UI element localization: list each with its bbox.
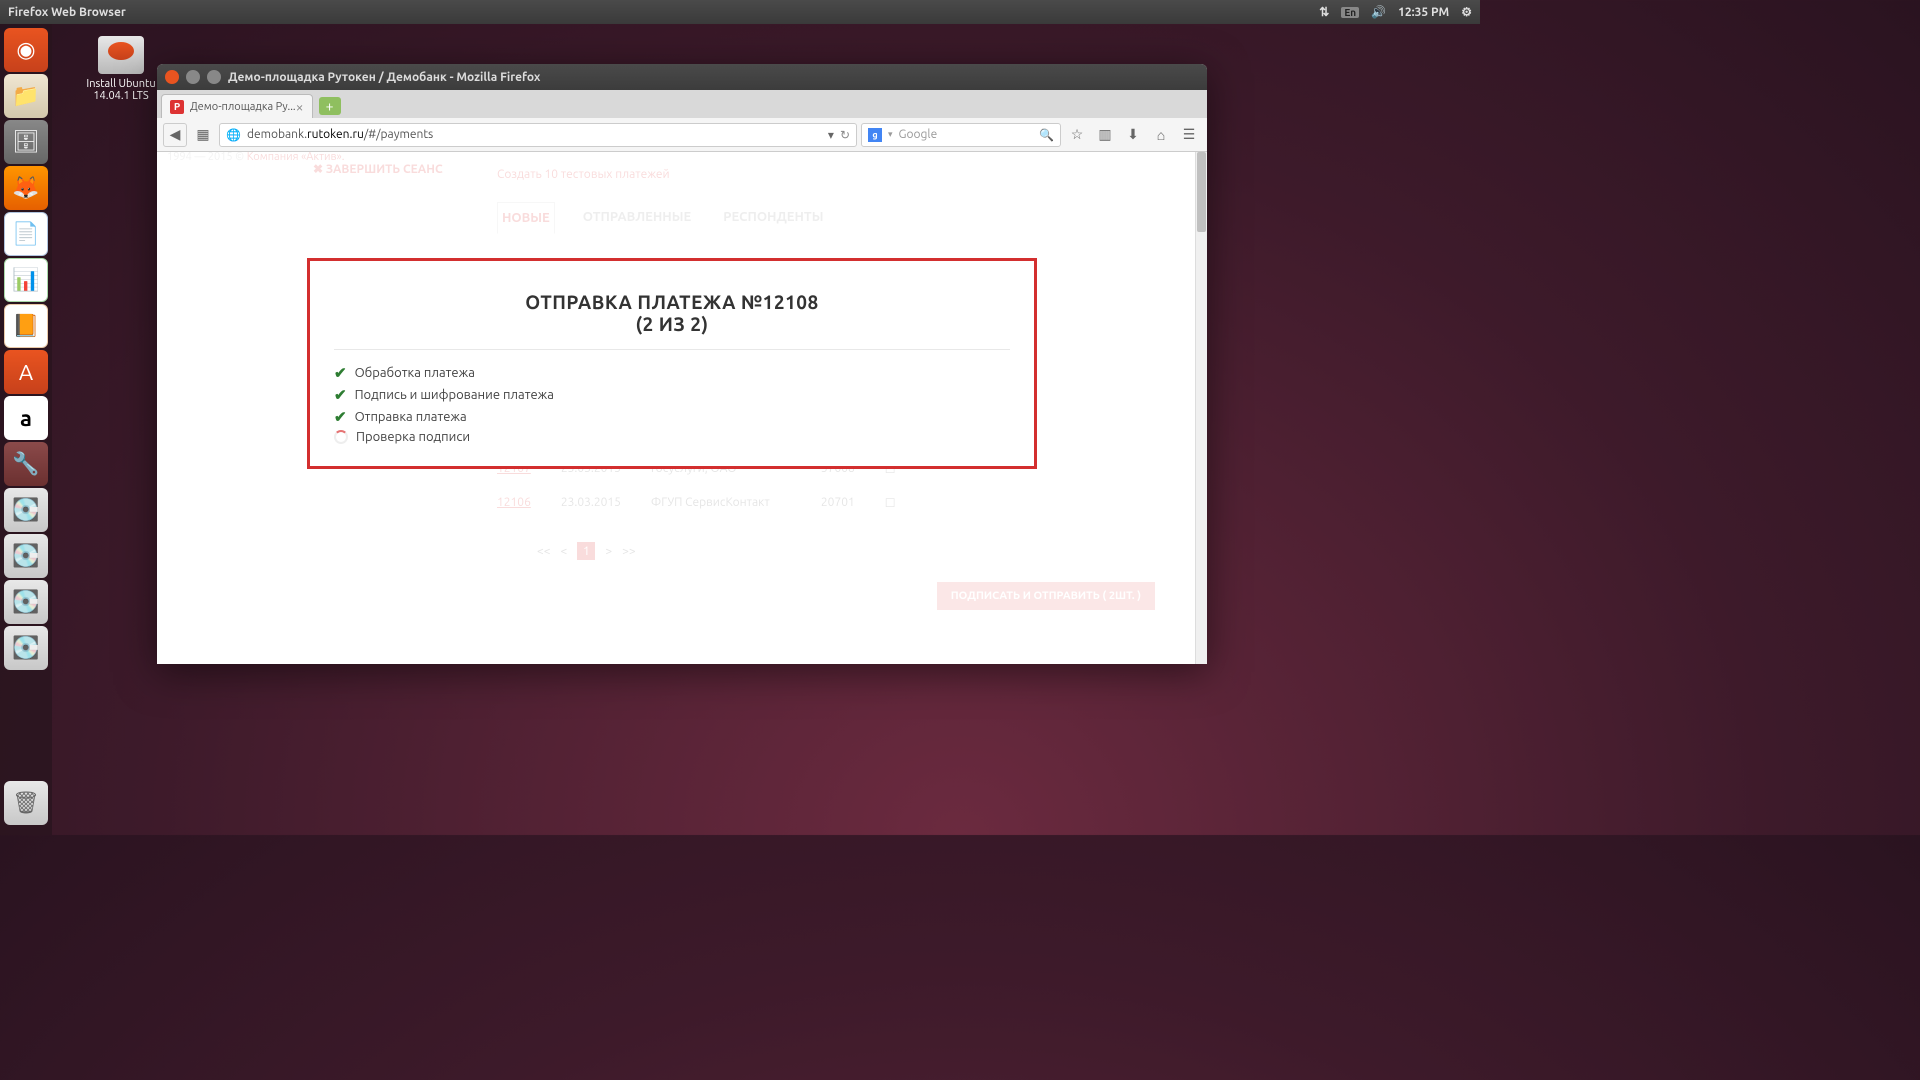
bookmark-icon[interactable]: ☆ — [1065, 123, 1089, 147]
menu-icon[interactable]: ☰ — [1177, 123, 1201, 147]
library-icon[interactable]: ▥ — [1093, 123, 1117, 147]
window-title: Демо-площадка Рутокен / Демобанк - Mozil… — [228, 71, 540, 84]
step-item: Проверка подписи — [334, 428, 1010, 446]
trash-icon[interactable]: 🗑 — [4, 781, 48, 825]
divider — [334, 349, 1010, 350]
keyboard-indicator[interactable]: En — [1341, 7, 1359, 18]
disk-icon[interactable]: 💽 — [4, 534, 48, 578]
writer-icon[interactable]: 📄 — [4, 212, 48, 256]
dropdown-icon[interactable]: ▾ — [888, 129, 893, 140]
scroll-thumb[interactable] — [1197, 152, 1206, 232]
firefox-window: Демо-площадка Рутокен / Демобанк - Mozil… — [157, 64, 1207, 664]
clock[interactable]: 12:35 PM — [1398, 6, 1449, 19]
files-icon[interactable]: 📁 — [4, 74, 48, 118]
amazon-icon[interactable]: a — [4, 396, 48, 440]
disk-icon[interactable]: 💽 — [4, 626, 48, 670]
tab-title: Демо-площадка Ру... — [190, 101, 296, 113]
reload-icon[interactable]: ↻ — [840, 128, 850, 142]
checkmark-icon: ✔ — [334, 408, 347, 426]
gear-icon[interactable]: ⚙ — [1461, 5, 1472, 19]
minimize-button[interactable] — [186, 70, 200, 84]
page-info-icon[interactable]: ▦ — [191, 123, 215, 147]
impress-icon[interactable]: 📙 — [4, 304, 48, 348]
dropdown-icon[interactable]: ▾ — [828, 128, 834, 142]
url-text: demobank.rutoken.ru/#/payments — [247, 128, 822, 141]
drawer-icon[interactable]: 🗄 — [4, 120, 48, 164]
modal-title-line1: ОТПРАВКА ПЛАТЕЖА №12108 — [334, 291, 1010, 313]
close-button[interactable] — [165, 70, 179, 84]
disk-icon[interactable]: 💽 — [4, 580, 48, 624]
calc-icon[interactable]: 📊 — [4, 258, 48, 302]
tab-close-icon[interactable]: × — [296, 99, 304, 115]
modal-steps: ✔Обработка платежа ✔Подпись и шифрование… — [334, 362, 1010, 446]
dash-icon[interactable]: ◉ — [4, 28, 48, 72]
step-item: ✔Обработка платежа — [334, 362, 1010, 384]
software-center-icon[interactable]: A — [4, 350, 48, 394]
step-item: ✔Отправка платежа — [334, 406, 1010, 428]
install-version: 14.04.1 LTS — [76, 90, 166, 102]
home-icon[interactable]: ⌂ — [1149, 123, 1173, 147]
sound-icon[interactable]: 🔊 — [1371, 5, 1386, 19]
step-item: ✔Подпись и шифрование платежа — [334, 384, 1010, 406]
disk-icon[interactable]: 💽 — [4, 488, 48, 532]
search-bar[interactable]: g ▾ Google 🔍 — [861, 123, 1061, 147]
checkmark-icon: ✔ — [334, 386, 347, 404]
maximize-button[interactable] — [207, 70, 221, 84]
active-app-title: Firefox Web Browser — [8, 6, 126, 19]
google-icon: g — [868, 128, 882, 142]
checkmark-icon: ✔ — [334, 364, 347, 382]
globe-icon: 🌐 — [226, 128, 241, 142]
install-ubuntu-icon[interactable]: Install Ubuntu 14.04.1 LTS — [76, 36, 166, 102]
new-tab-button[interactable]: + — [319, 97, 341, 115]
back-button[interactable]: ◀ — [163, 123, 187, 147]
favicon: P — [170, 100, 184, 114]
url-bar[interactable]: 🌐 demobank.rutoken.ru/#/payments ▾ ↻ — [219, 123, 857, 147]
network-icon[interactable]: ⇅ — [1319, 5, 1329, 19]
search-placeholder: Google — [899, 128, 938, 141]
launcher: ◉ 📁 🗄 🦊 📄 📊 📙 A a 🔧 💽 💽 💽 💽 🗑 — [0, 24, 52, 835]
firefox-icon[interactable]: 🦊 — [4, 166, 48, 210]
install-label: Install Ubuntu — [76, 78, 166, 90]
top-panel: Firefox Web Browser ⇅ En 🔊 12:35 PM ⚙ — [0, 0, 1480, 24]
content-area: ЗАВЕРШИТЬ СЕАНС Создать 10 тестовых плат… — [157, 152, 1207, 664]
modal-title-line2: (2 ИЗ 2) — [334, 313, 1010, 335]
search-icon[interactable]: 🔍 — [1039, 128, 1054, 142]
navbar: ◀ ▦ 🌐 demobank.rutoken.ru/#/payments ▾ ↻… — [157, 118, 1207, 152]
payment-sending-modal: ОТПРАВКА ПЛАТЕЖА №12108 (2 ИЗ 2) ✔Обрабо… — [307, 258, 1037, 469]
spinner-icon — [334, 430, 348, 444]
titlebar[interactable]: Демо-площадка Рутокен / Демобанк - Mozil… — [157, 64, 1207, 90]
downloads-icon[interactable]: ⬇ — [1121, 123, 1145, 147]
browser-tab[interactable]: P Демо-площадка Ру... × — [161, 94, 313, 118]
tabs-bar: P Демо-площадка Ру... × + — [157, 90, 1207, 118]
settings-icon[interactable]: 🔧 — [4, 442, 48, 486]
scrollbar[interactable] — [1195, 152, 1207, 664]
